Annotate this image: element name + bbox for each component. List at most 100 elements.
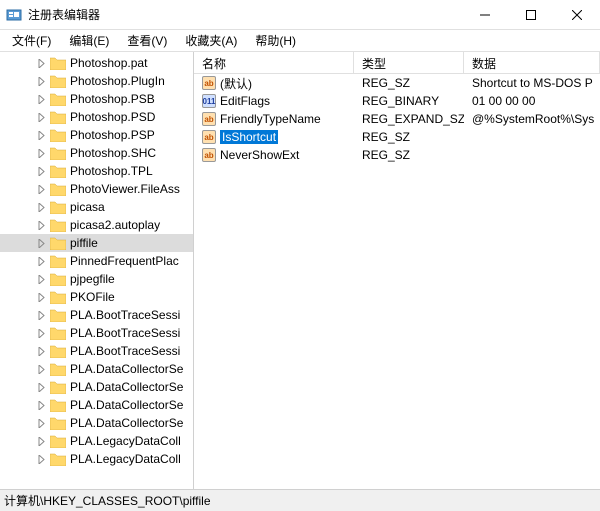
value-row[interactable]: abNeverShowExtREG_SZ <box>194 146 600 164</box>
tree-item-label: PKOFile <box>70 290 115 304</box>
tree-item[interactable]: PLA.BootTraceSessi <box>0 342 193 360</box>
tree-item[interactable]: piffile <box>0 234 193 252</box>
tree-item[interactable]: Photoshop.PlugIn <box>0 72 193 90</box>
value-name: EditFlags <box>220 94 270 108</box>
tree-item-label: PLA.BootTraceSessi <box>70 344 180 358</box>
expand-icon[interactable] <box>36 400 47 411</box>
menu-favorites[interactable]: 收藏夹(A) <box>177 30 245 51</box>
folder-icon <box>50 147 66 160</box>
tree-item-label: PLA.DataCollectorSe <box>70 398 183 412</box>
tree-item[interactable]: Photoshop.TPL <box>0 162 193 180</box>
tree-item-label: pjpegfile <box>70 272 115 286</box>
folder-icon <box>50 57 66 70</box>
expand-icon[interactable] <box>36 58 47 69</box>
value-name-cell: abIsShortcut <box>194 130 354 144</box>
value-data-cell: Shortcut to MS-DOS P <box>464 76 600 90</box>
folder-icon <box>50 327 66 340</box>
expand-icon[interactable] <box>36 94 47 105</box>
window-title: 注册表编辑器 <box>28 6 462 23</box>
column-header-type[interactable]: 类型 <box>354 52 464 73</box>
value-row[interactable]: ab(默认)REG_SZShortcut to MS-DOS P <box>194 74 600 92</box>
tree-item[interactable]: Photoshop.PSB <box>0 90 193 108</box>
tree-item[interactable]: picasa <box>0 198 193 216</box>
tree-item[interactable]: PLA.DataCollectorSe <box>0 414 193 432</box>
value-type-cell: REG_BINARY <box>354 94 464 108</box>
expand-icon[interactable] <box>36 148 47 159</box>
value-row[interactable]: 011 EditFlags REG_BINARY01 00 00 00 <box>194 92 600 110</box>
value-name-cell: ab(默认) <box>194 75 354 92</box>
tree-item[interactable]: PLA.BootTraceSessi <box>0 324 193 342</box>
folder-icon <box>50 309 66 322</box>
menu-view[interactable]: 查看(V) <box>119 30 175 51</box>
expand-icon[interactable] <box>36 256 47 267</box>
tree-item-label: PLA.BootTraceSessi <box>70 308 180 322</box>
expand-icon[interactable] <box>36 436 47 447</box>
expand-icon[interactable] <box>36 418 47 429</box>
registry-tree[interactable]: Photoshop.patPhotoshop.PlugInPhotoshop.P… <box>0 52 194 489</box>
expand-icon[interactable] <box>36 364 47 375</box>
expand-icon[interactable] <box>36 220 47 231</box>
status-path: 计算机\HKEY_CLASSES_ROOT\piffile <box>4 492 211 509</box>
value-row[interactable]: abIsShortcutREG_SZ <box>194 128 600 146</box>
expand-icon[interactable] <box>36 76 47 87</box>
expand-icon[interactable] <box>36 112 47 123</box>
tree-item-label: Photoshop.PSP <box>70 128 155 142</box>
window-controls <box>462 0 600 29</box>
column-header-data[interactable]: 数据 <box>464 52 600 73</box>
tree-item[interactable]: PLA.LegacyDataColl <box>0 432 193 450</box>
menu-file[interactable]: 文件(F) <box>4 30 59 51</box>
tree-item-label: PLA.DataCollectorSe <box>70 416 183 430</box>
expand-icon[interactable] <box>36 292 47 303</box>
tree-item[interactable]: PKOFile <box>0 288 193 306</box>
close-button[interactable] <box>554 0 600 29</box>
tree-item[interactable]: picasa2.autoplay <box>0 216 193 234</box>
tree-item[interactable]: PLA.DataCollectorSe <box>0 378 193 396</box>
expand-icon[interactable] <box>36 238 47 249</box>
expand-icon[interactable] <box>36 274 47 285</box>
expand-icon[interactable] <box>36 328 47 339</box>
tree-item[interactable]: PinnedFrequentPlac <box>0 252 193 270</box>
menu-help[interactable]: 帮助(H) <box>247 30 304 51</box>
value-type-icon: ab <box>202 130 216 144</box>
menu-edit[interactable]: 编辑(E) <box>61 30 117 51</box>
tree-item-label: PLA.LegacyDataColl <box>70 452 181 466</box>
expand-icon[interactable] <box>36 346 47 357</box>
value-data-cell: 01 00 00 00 <box>464 94 600 108</box>
folder-icon <box>50 75 66 88</box>
minimize-button[interactable] <box>462 0 508 29</box>
tree-item[interactable]: PLA.DataCollectorSe <box>0 360 193 378</box>
value-data-cell: @%SystemRoot%\Sys <box>464 112 600 126</box>
value-type-icon: 011 <box>202 94 216 108</box>
expand-icon[interactable] <box>36 130 47 141</box>
expand-icon[interactable] <box>36 184 47 195</box>
tree-item[interactable]: Photoshop.pat <box>0 54 193 72</box>
title-bar: 注册表编辑器 <box>0 0 600 30</box>
app-icon <box>6 7 22 23</box>
maximize-button[interactable] <box>508 0 554 29</box>
expand-icon[interactable] <box>36 382 47 393</box>
value-list[interactable]: ab(默认)REG_SZShortcut to MS-DOS P 011 EditF… <box>194 74 600 489</box>
content-area: Photoshop.patPhotoshop.PlugInPhotoshop.P… <box>0 52 600 489</box>
tree-item[interactable]: Photoshop.SHC <box>0 144 193 162</box>
folder-icon <box>50 111 66 124</box>
column-header-name[interactable]: 名称 <box>194 52 354 73</box>
folder-icon <box>50 453 66 466</box>
expand-icon[interactable] <box>36 310 47 321</box>
tree-item[interactable]: PLA.DataCollectorSe <box>0 396 193 414</box>
tree-item[interactable]: Photoshop.PSD <box>0 108 193 126</box>
expand-icon[interactable] <box>36 202 47 213</box>
expand-icon[interactable] <box>36 166 47 177</box>
tree-item[interactable]: Photoshop.PSP <box>0 126 193 144</box>
folder-icon <box>50 255 66 268</box>
tree-item[interactable]: PLA.LegacyDataColl <box>0 450 193 468</box>
value-name-cell: abNeverShowExt <box>194 148 354 162</box>
value-type-icon: ab <box>202 76 216 90</box>
tree-item-label: PLA.LegacyDataColl <box>70 434 181 448</box>
folder-icon <box>50 435 66 448</box>
expand-icon[interactable] <box>36 454 47 465</box>
folder-icon <box>50 345 66 358</box>
tree-item[interactable]: PLA.BootTraceSessi <box>0 306 193 324</box>
value-row[interactable]: abFriendlyTypeNameREG_EXPAND_SZ@%SystemR… <box>194 110 600 128</box>
tree-item[interactable]: pjpegfile <box>0 270 193 288</box>
tree-item[interactable]: PhotoViewer.FileAss <box>0 180 193 198</box>
